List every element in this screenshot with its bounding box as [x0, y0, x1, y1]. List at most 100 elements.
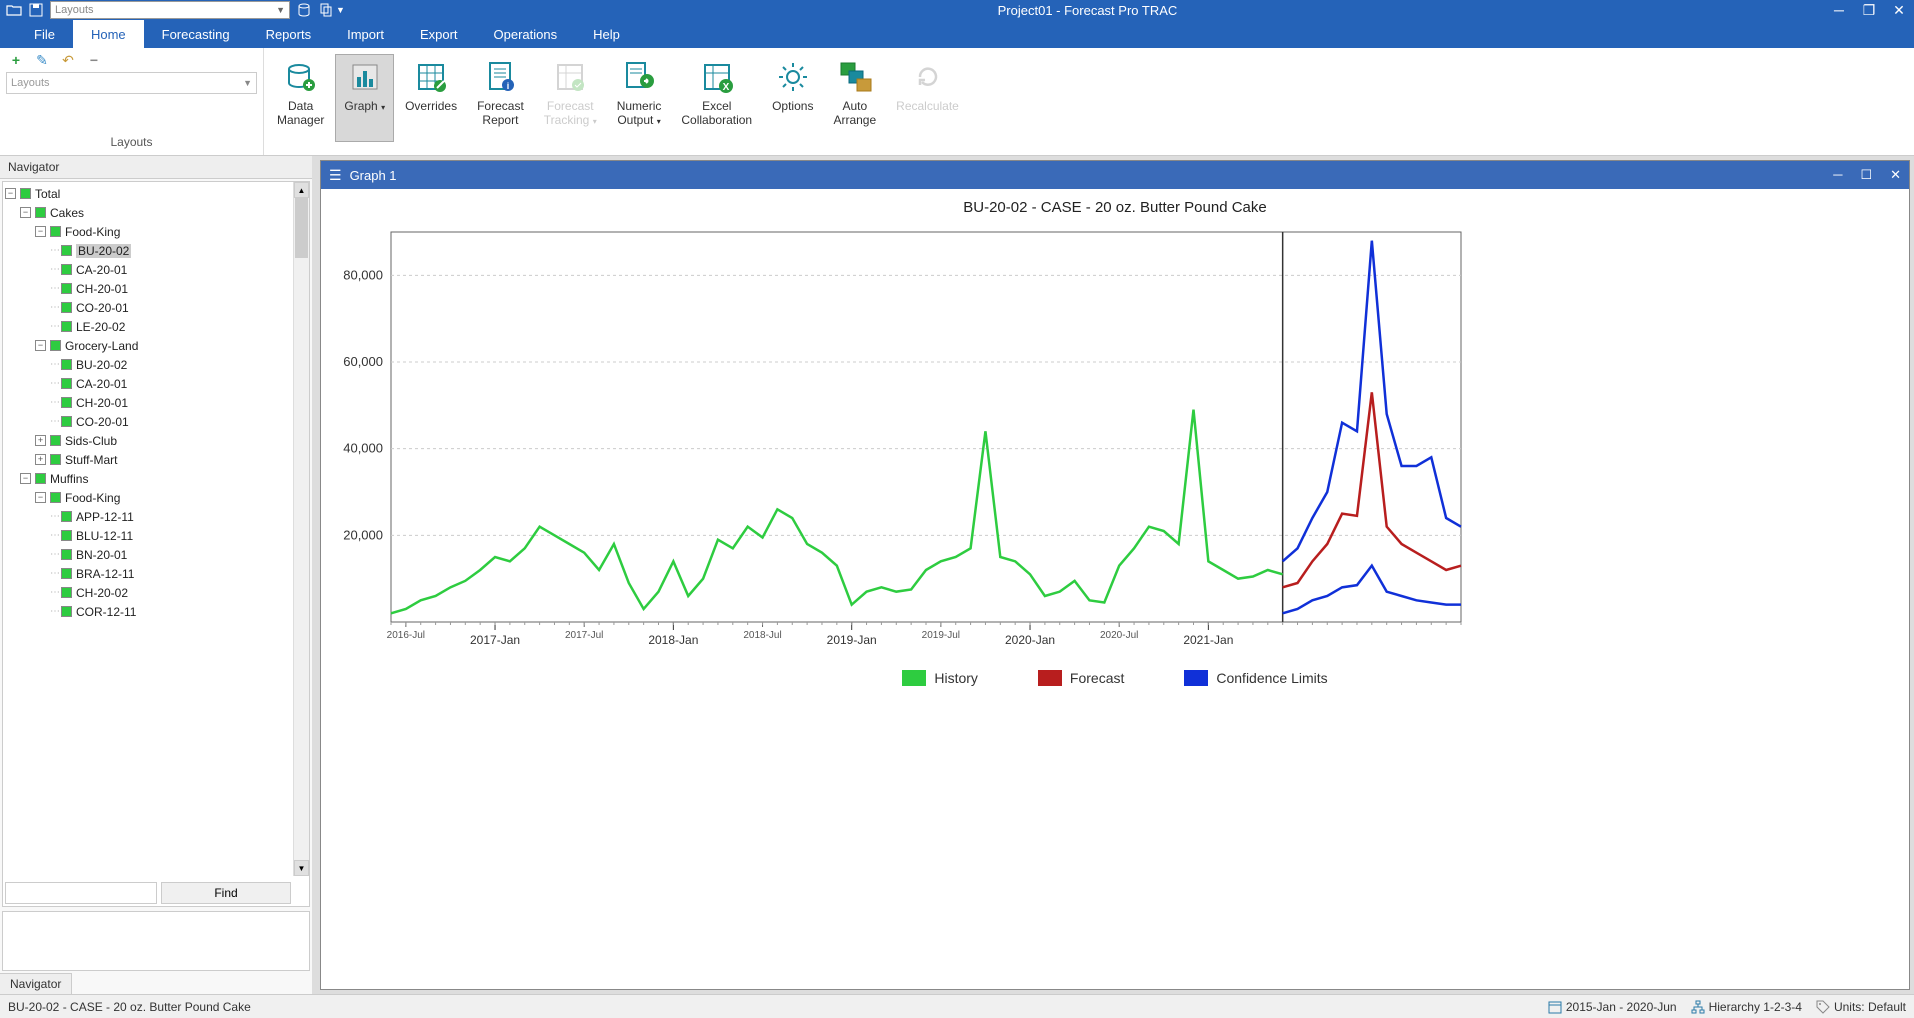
- menu-home[interactable]: Home: [73, 20, 144, 48]
- graph-minimize-button[interactable]: ─: [1833, 167, 1842, 183]
- tree-node[interactable]: −Cakes: [5, 203, 307, 222]
- ribbon-data-manager[interactable]: DataManager: [268, 54, 333, 142]
- menu-import[interactable]: Import: [329, 20, 402, 48]
- legend-forecast: Forecast: [1038, 670, 1124, 686]
- add-icon[interactable]: +: [8, 52, 24, 68]
- database-icon[interactable]: [296, 2, 312, 18]
- tree-node[interactable]: ⋯CO-20-01: [5, 298, 307, 317]
- menu-forecasting[interactable]: Forecasting: [144, 20, 248, 48]
- tree-label: APP-12-11: [76, 510, 134, 524]
- tree-toggle[interactable]: −: [5, 188, 16, 199]
- tree-toggle[interactable]: −: [35, 226, 46, 237]
- legend-swatch-conf: [1184, 670, 1208, 686]
- tree-node[interactable]: −Grocery-Land: [5, 336, 307, 355]
- find-input[interactable]: [5, 882, 157, 904]
- node-status-icon: [20, 188, 31, 199]
- layouts-combo[interactable]: Layouts ▼: [6, 72, 257, 94]
- close-button[interactable]: ✕: [1890, 3, 1908, 17]
- node-status-icon: [61, 397, 72, 408]
- menu-operations[interactable]: Operations: [476, 20, 576, 48]
- tree-node[interactable]: ⋯BU-20-02: [5, 241, 307, 260]
- auto-arrange-icon: [837, 59, 873, 95]
- tree-node[interactable]: ⋯LE-20-02: [5, 317, 307, 336]
- tree-node[interactable]: ⋯APP-12-11: [5, 507, 307, 526]
- status-units[interactable]: Units: Default: [1816, 1000, 1906, 1014]
- node-status-icon: [61, 302, 72, 313]
- tree-node[interactable]: ⋯BRA-12-11: [5, 564, 307, 583]
- tree-node[interactable]: ⋯CH-20-01: [5, 279, 307, 298]
- tree-node[interactable]: −Food-King: [5, 488, 307, 507]
- maximize-button[interactable]: ❐: [1860, 3, 1878, 17]
- ribbon-graph[interactable]: Graph ▾: [335, 54, 394, 142]
- node-status-icon: [35, 207, 46, 218]
- legend-label-conf: Confidence Limits: [1216, 670, 1327, 686]
- tree-node[interactable]: ⋯BN-20-01: [5, 545, 307, 564]
- tree-node[interactable]: −Food-King: [5, 222, 307, 241]
- ribbon-recalculate: Recalculate: [887, 54, 968, 142]
- node-status-icon: [61, 530, 72, 541]
- open-icon[interactable]: [6, 2, 22, 18]
- tree-label: BLU-12-11: [76, 529, 133, 543]
- navigator-tree[interactable]: −Total−Cakes−Food-King⋯BU-20-02⋯CA-20-01…: [3, 182, 309, 876]
- status-date-range[interactable]: 2015-Jan - 2020-Jun: [1548, 1000, 1677, 1014]
- navigator-tab[interactable]: Navigator: [0, 973, 72, 994]
- menu-help[interactable]: Help: [575, 20, 638, 48]
- ribbon-label: Graph ▾: [344, 99, 385, 113]
- chart-title: BU-20-02 - CASE - 20 oz. Butter Pound Ca…: [321, 189, 1909, 222]
- tree-node[interactable]: −Muffins: [5, 469, 307, 488]
- tree-node[interactable]: ⋯BU-20-02: [5, 355, 307, 374]
- tree-node[interactable]: ⋯CO-20-01: [5, 412, 307, 431]
- edit-icon[interactable]: ✎: [34, 52, 50, 68]
- tree-toggle[interactable]: +: [35, 435, 46, 446]
- ribbon-auto-arrange[interactable]: AutoArrange: [824, 54, 885, 142]
- scroll-down-button[interactable]: ▼: [294, 860, 309, 876]
- tree-toggle[interactable]: −: [35, 340, 46, 351]
- chevron-down-icon[interactable]: ▼: [336, 5, 345, 15]
- menu-reports[interactable]: Reports: [248, 20, 330, 48]
- tree-toggle[interactable]: +: [35, 454, 46, 465]
- menu-file[interactable]: File: [16, 20, 73, 48]
- tree-node[interactable]: −Total: [5, 184, 307, 203]
- tree-node[interactable]: ⋯CA-20-01: [5, 260, 307, 279]
- tree-toggle[interactable]: −: [20, 473, 31, 484]
- remove-icon[interactable]: −: [86, 52, 102, 68]
- scroll-thumb[interactable]: [295, 198, 308, 258]
- graph-close-button[interactable]: ✕: [1890, 167, 1901, 183]
- chevron-down-icon: ▼: [243, 78, 252, 88]
- undo-icon[interactable]: ↶: [60, 52, 76, 68]
- legend-label-forecast: Forecast: [1070, 670, 1124, 686]
- tree-node[interactable]: ⋯CH-20-01: [5, 393, 307, 412]
- ribbon-excel-collab[interactable]: XExcelCollaboration: [672, 54, 761, 142]
- menu-export[interactable]: Export: [402, 20, 476, 48]
- legend-swatch-forecast: [1038, 670, 1062, 686]
- status-hierarchy[interactable]: Hierarchy 1-2-3-4: [1691, 1000, 1802, 1014]
- find-button[interactable]: Find: [161, 882, 291, 904]
- tree-node[interactable]: ⋯COR-12-11: [5, 602, 307, 621]
- ribbon-forecast-report[interactable]: iForecastReport: [468, 54, 533, 142]
- menu-icon[interactable]: ☰: [329, 167, 342, 184]
- layouts-combo-text: Layouts: [11, 77, 50, 89]
- graph-titlebar[interactable]: ☰ Graph 1 ─ ☐ ✕: [321, 161, 1909, 189]
- save-icon[interactable]: [28, 2, 44, 18]
- copy-icon[interactable]: [318, 2, 334, 18]
- svg-text:X: X: [722, 82, 729, 93]
- tree-toggle[interactable]: −: [35, 492, 46, 503]
- svg-text:2021-Jan: 2021-Jan: [1183, 633, 1233, 647]
- tree-node[interactable]: ⋯CA-20-01: [5, 374, 307, 393]
- layouts-combo-titlebar[interactable]: Layouts ▼: [50, 1, 290, 19]
- tree-scrollbar[interactable]: ▲ ▼: [293, 182, 309, 876]
- ribbon-options[interactable]: Options: [763, 54, 822, 142]
- ribbon-label: NumericOutput ▾: [617, 99, 662, 128]
- ribbon-numeric-output[interactable]: NumericOutput ▾: [608, 54, 671, 142]
- tree-node[interactable]: +Stuff-Mart: [5, 450, 307, 469]
- minimize-button[interactable]: ─: [1830, 3, 1848, 17]
- tree-toggle[interactable]: −: [20, 207, 31, 218]
- status-hierarchy-text: Hierarchy 1-2-3-4: [1709, 1000, 1802, 1014]
- tree-node[interactable]: +Sids-Club: [5, 431, 307, 450]
- menubar: FileHomeForecastingReportsImportExportOp…: [0, 20, 1914, 48]
- tree-node[interactable]: ⋯BLU-12-11: [5, 526, 307, 545]
- scroll-up-button[interactable]: ▲: [294, 182, 309, 198]
- tree-node[interactable]: ⋯CH-20-02: [5, 583, 307, 602]
- graph-maximize-button[interactable]: ☐: [1860, 167, 1872, 183]
- ribbon-overrides[interactable]: Overrides: [396, 54, 466, 142]
